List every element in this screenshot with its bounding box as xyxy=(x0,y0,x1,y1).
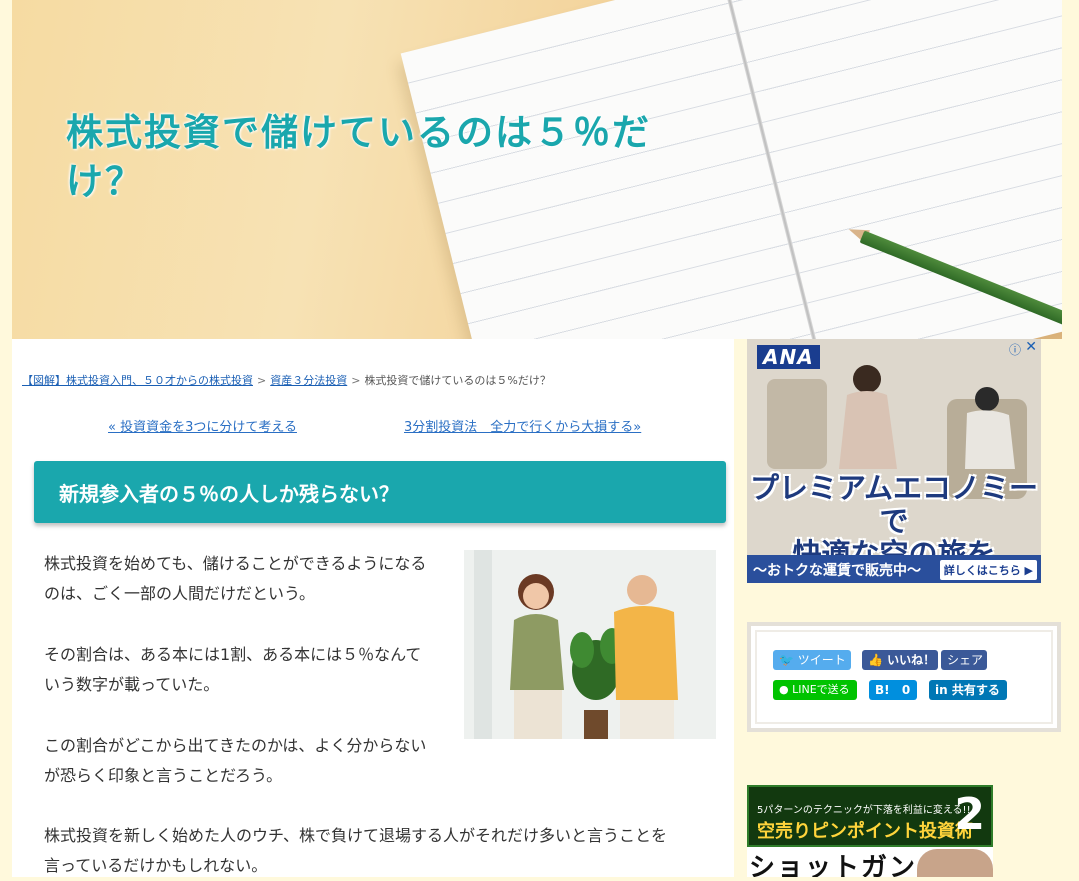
paragraph: この割合がどこから出てきたのかは、よく分からない が恐らく印象と言うことだろう。 xyxy=(44,736,427,785)
breadcrumb-separator: > xyxy=(257,374,267,387)
ad-close-icon[interactable]: ✕ xyxy=(1025,339,1037,355)
investment-banner[interactable]: 5パターンのテクニックが下落を利益に変える!! 空売りピンポイント投資術 2 xyxy=(747,785,993,847)
section-heading-box: 新規参入者の５％の人しか残らない？ xyxy=(34,461,726,523)
hatena-bookmark-button[interactable]: B! 0 xyxy=(869,680,917,700)
breadcrumb-home-link[interactable]: 【図解】株式投資入門、５０才からの株式投資 xyxy=(22,374,253,387)
banner-title: 空売りピンポイント投資術 xyxy=(757,821,973,842)
breadcrumb-separator: > xyxy=(351,374,361,387)
line-icon: ● xyxy=(779,683,789,696)
presenter-photo xyxy=(917,849,993,877)
tweet-button[interactable]: 🐦 ツイート xyxy=(773,650,851,670)
facebook-like-button[interactable]: 👍 いいね！ xyxy=(862,650,938,670)
shotgun-banner[interactable]: ショットガン xyxy=(747,847,993,877)
banner-tagline: 5パターンのテクニックが下落を利益に変える!! xyxy=(757,805,971,816)
couple-photo xyxy=(464,550,716,739)
banner-subtitle: ショットガン xyxy=(749,853,918,877)
linkedin-share-button[interactable]: in 共有する xyxy=(929,680,1007,700)
prev-post-link[interactable]: « 投資資金を3つに分けて考える xyxy=(108,416,297,435)
breadcrumb-current: 株式投資で儲けているのは５%だけ？ xyxy=(364,374,551,387)
ana-advertisement[interactable]: ANA ⓘ ✕ プレミアムエコノミーで 快適な空の旅を 〜おトクな運賃で販売中〜… xyxy=(747,339,1041,583)
line-send-button[interactable]: ● LINEで送る xyxy=(773,680,857,700)
share-buttons-box: 🐦 ツイート 👍 いいね！ シェア ● LINEで送る B! 0 in 共有する xyxy=(747,622,1061,732)
ad-strip-text: 〜おトクな運賃で販売中〜 xyxy=(753,563,921,579)
next-post-link[interactable]: 3分割投資法 全力で行くから大損する» xyxy=(404,416,641,435)
paragraph: 株式投資を始めても、儲けることができるようになる のは、ごく一部の人間だけだという… xyxy=(44,554,427,603)
page-title: 株式投資で儲けているのは５％だけ？ xyxy=(66,111,651,203)
banner-number: 2 xyxy=(954,789,985,840)
facebook-share-button[interactable]: シェア xyxy=(941,650,987,670)
ad-strip: 〜おトクな運賃で販売中〜 詳しくはこちら ▶ xyxy=(747,555,1041,583)
thumbs-up-icon: 👍 xyxy=(868,653,883,667)
ad-details-button[interactable]: 詳しくはこちら ▶ xyxy=(939,560,1037,580)
section-heading: 新規参入者の５％の人しか残らない？ xyxy=(59,482,399,506)
breadcrumb-category-link[interactable]: 資産３分法投資 xyxy=(270,374,347,387)
paragraph: その割合は、ある本には1割、ある本には５％なんて いう数字が載っていた。 xyxy=(44,645,422,694)
hatena-bookmark-icon: B! xyxy=(875,683,890,697)
hatena-count: 0 xyxy=(901,683,911,697)
twitter-bird-icon: 🐦 xyxy=(779,653,794,667)
paragraph: 株式投資を新しく始めた人のウチ、株で負けて退場する人がそれだけ多いと言うことを言… xyxy=(44,826,668,875)
ad-info-icon[interactable]: ⓘ xyxy=(1009,341,1021,358)
ana-logo: ANA xyxy=(757,345,820,369)
linkedin-icon: in xyxy=(935,683,948,697)
header-banner: 株式投資で儲けているのは５％だけ？ xyxy=(12,0,1062,339)
breadcrumb: 【図解】株式投資入門、５０才からの株式投資 > 資産３分法投資 > 株式投資で儲けている… xyxy=(22,372,551,388)
